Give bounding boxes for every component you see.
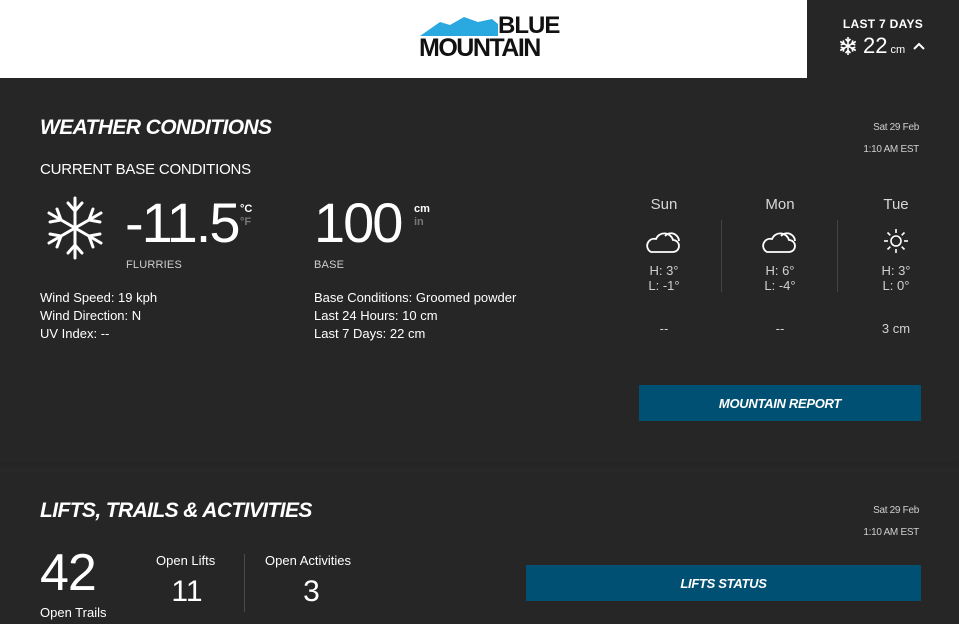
lifts-timestamp: Sat 29 Feb 1:10 AM EST	[863, 500, 919, 544]
base-details: Base Conditions: Groomed powder Last 24 …	[314, 289, 516, 343]
temperature-units[interactable]: °C °F	[240, 203, 252, 229]
forecast-snow: --	[659, 321, 669, 336]
blue-mountain-logo[interactable]: BLUE MOUNTAIN	[418, 14, 560, 62]
forecast-day-label: Tue	[883, 196, 909, 213]
lifts-date: Sat 29 Feb	[873, 505, 919, 516]
snowfall-amount: 22	[863, 33, 888, 58]
forecast-high: H: 6°	[765, 263, 795, 278]
forecast-day-sun: Sun H: 3° L: -1° --	[606, 196, 722, 336]
forecast-day-mon: Mon H: 6° L: -4° --	[722, 196, 838, 336]
open-trails-label: Open Trails	[40, 605, 107, 620]
open-lifts-count: 11	[171, 575, 203, 608]
weather-condition: FLURRIES	[126, 259, 182, 271]
snowflake-icon	[839, 37, 857, 55]
weather-time: 1:10 AM EST	[863, 144, 919, 155]
wind-direction: Wind Direction: N	[40, 308, 142, 323]
forecast-low: L: -1°	[648, 278, 680, 293]
cm-unit[interactable]: cm	[414, 203, 430, 216]
open-activities-label: Open Activities	[265, 553, 351, 568]
current-temperature: -11.5	[125, 191, 240, 254]
fahrenheit-unit[interactable]: °F	[240, 216, 252, 229]
last-24-hours: Last 24 Hours: 10 cm	[314, 308, 438, 323]
current-base-conditions-heading: CURRENT BASE CONDITIONS	[40, 161, 251, 178]
forecast-snow: 3 cm	[881, 321, 911, 336]
lifts-section: LIFTS, TRAILS & ACTIVITIES Sat 29 Feb 1:…	[0, 472, 959, 624]
open-activities-count: 3	[303, 575, 320, 608]
celsius-unit[interactable]: °C	[240, 203, 252, 216]
snowfall-unit: cm	[890, 43, 906, 56]
in-unit[interactable]: in	[414, 216, 430, 229]
wind-details: Wind Speed: 19 kph Wind Direction: N UV …	[40, 289, 157, 343]
forecast-day-label: Mon	[765, 196, 795, 213]
forecast-low: L: -4°	[764, 278, 796, 293]
snowfall-value-row: 22 cm	[837, 33, 926, 59]
mountain-report-button[interactable]: MOUNTAIN REPORT	[639, 385, 921, 421]
chevron-up-icon[interactable]	[912, 41, 926, 51]
forecast-day-label: Sun	[650, 196, 678, 213]
stats-divider	[244, 554, 245, 612]
snowflake-icon	[47, 196, 103, 260]
sun-icon	[884, 229, 908, 253]
weather-timestamp: Sat 29 Feb 1:10 AM EST	[863, 117, 919, 161]
base-label: BASE	[314, 259, 345, 271]
forecast-high: H: 3°	[649, 263, 679, 278]
base-depth: 100	[314, 191, 403, 254]
last-7-days: Last 7 Days: 22 cm	[314, 326, 426, 341]
logo-text-mountain: MOUNTAIN	[419, 34, 541, 62]
lifts-status-button[interactable]: LIFTS STATUS	[526, 565, 921, 601]
weather-section: WEATHER CONDITIONS Sat 29 Feb 1:10 AM ES…	[0, 78, 959, 462]
base-conditions: Base Conditions: Groomed powder	[314, 290, 517, 305]
forecast-high: H: 3°	[881, 263, 911, 278]
forecast-low: L: 0°	[882, 278, 910, 293]
weather-date: Sat 29 Feb	[873, 122, 919, 133]
partly-cloudy-icon	[646, 232, 680, 253]
lifts-time: 1:10 AM EST	[863, 527, 919, 538]
forecast-snow: --	[775, 321, 785, 336]
weather-title: WEATHER CONDITIONS	[40, 116, 272, 139]
uv-index: UV Index: --	[40, 326, 110, 341]
depth-units[interactable]: cm in	[414, 203, 430, 229]
open-lifts-label: Open Lifts	[156, 553, 216, 568]
snowfall-summary[interactable]: LAST 7 DAYS 22 cm	[807, 0, 959, 78]
wind-speed: Wind Speed: 19 kph	[40, 290, 158, 305]
forecast-day-tue: Tue H: 3° L: 0° 3 cm	[838, 196, 954, 336]
partly-cloudy-icon	[762, 232, 796, 253]
snowfall-label: LAST 7 DAYS	[842, 17, 924, 31]
open-trails-count: 42	[40, 544, 97, 602]
lifts-title: LIFTS, TRAILS & ACTIVITIES	[40, 499, 312, 522]
section-divider	[0, 462, 959, 472]
